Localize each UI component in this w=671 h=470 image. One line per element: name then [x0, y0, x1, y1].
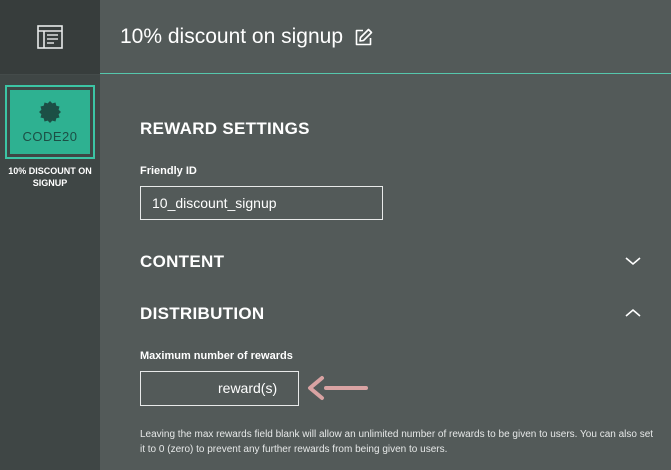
- max-rewards-suffix: reward(s): [218, 380, 278, 396]
- reward-card-body: CODE20: [10, 90, 90, 154]
- reward-card-caption: 10% DISCOUNT ON SIGNUP: [8, 166, 92, 188]
- seal-badge-icon: [39, 100, 61, 123]
- distribution-section-heading[interactable]: DISTRIBUTION: [140, 304, 264, 324]
- max-rewards-label: Maximum number of rewards: [140, 350, 293, 362]
- reward-card[interactable]: CODE20: [5, 85, 95, 159]
- max-rewards-help-text: Leaving the max rewards field blank will…: [140, 429, 654, 455]
- reward-card-code: CODE20: [22, 128, 78, 144]
- template-icon: [37, 25, 63, 49]
- content-section-heading[interactable]: CONTENT: [140, 252, 224, 272]
- reward-settings-heading: REWARD SETTINGS: [140, 119, 310, 138]
- sidebar-menu-button[interactable]: [0, 0, 100, 74]
- friendly-id-label: Friendly ID: [140, 165, 197, 177]
- sidebar-divider: [0, 74, 100, 75]
- sidebar: CODE20 10% DISCOUNT ON SIGNUP: [0, 0, 100, 470]
- chevron-up-icon[interactable]: [624, 307, 642, 319]
- edit-icon[interactable]: [354, 28, 373, 47]
- friendly-id-input[interactable]: [140, 186, 383, 220]
- left-arrow-icon: [308, 376, 368, 400]
- app-window: CODE20 10% DISCOUNT ON SIGNUP 10% discou…: [0, 0, 671, 470]
- main-panel: REWARD SETTINGS Friendly ID CONTENT DIST…: [100, 75, 671, 470]
- page-title: 10% discount on signup: [120, 24, 343, 48]
- chevron-down-icon[interactable]: [624, 255, 642, 267]
- page-header: 10% discount on signup: [100, 0, 671, 74]
